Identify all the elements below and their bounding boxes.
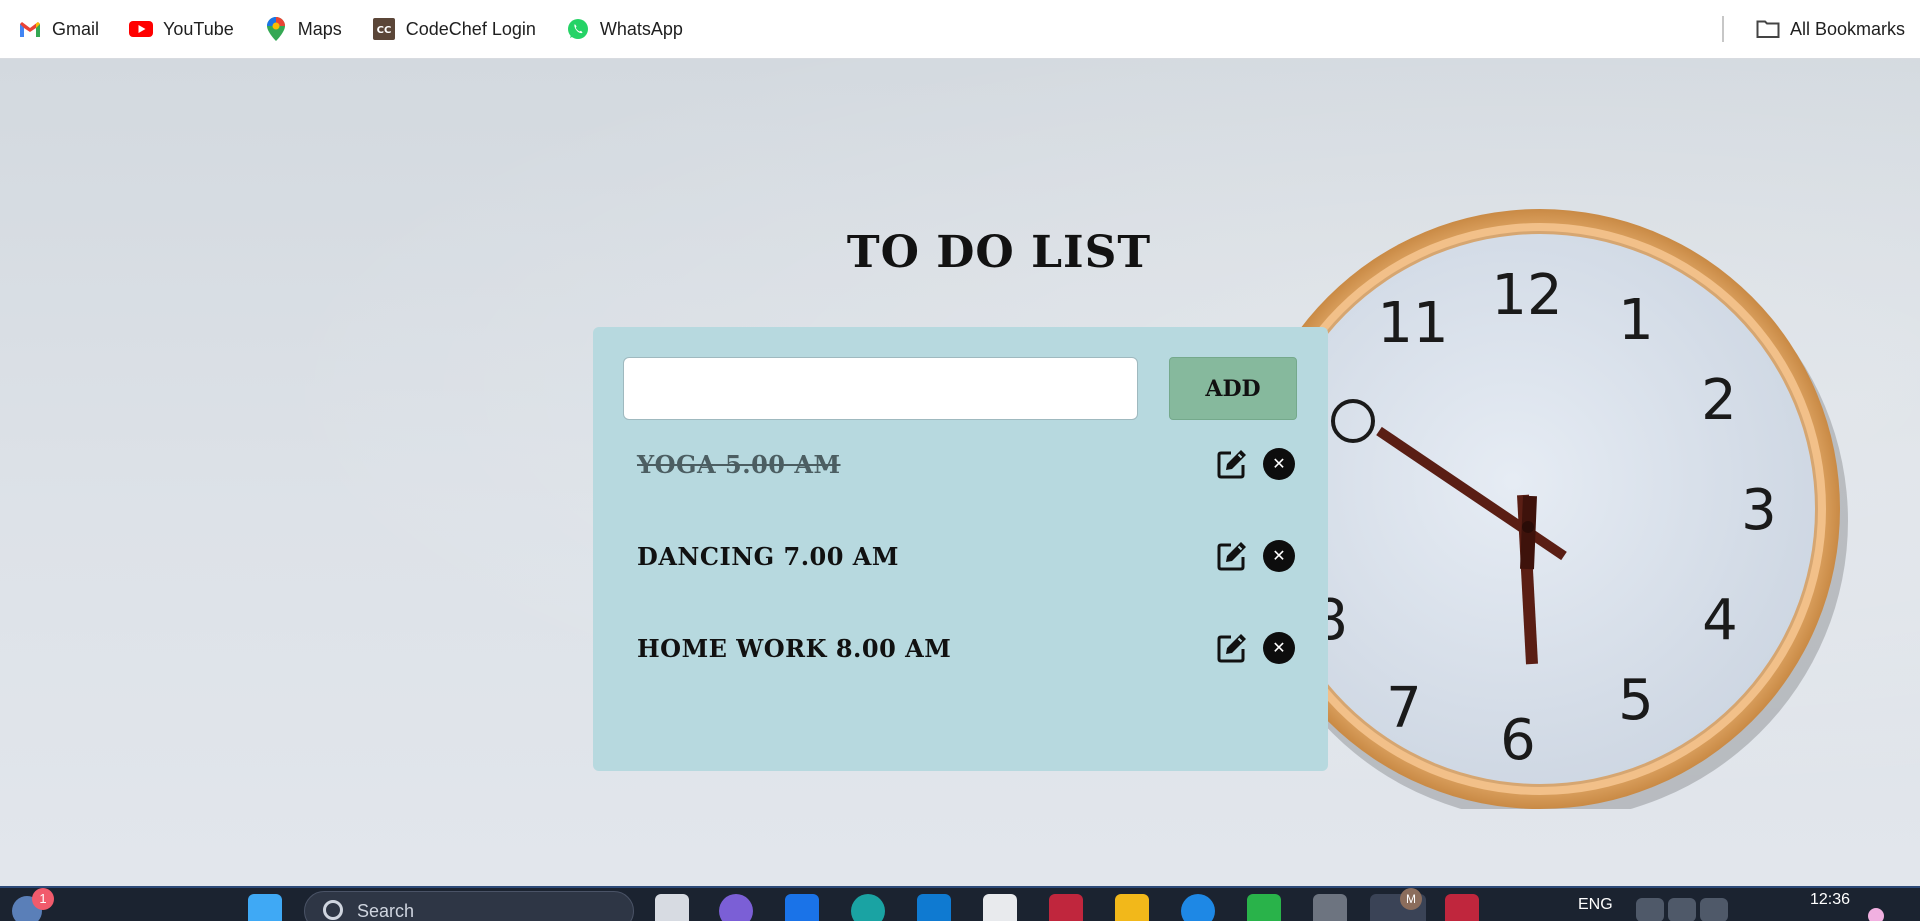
title-text: TO DO LIST <box>846 227 1152 278</box>
svg-text:6: 6 <box>1500 708 1536 773</box>
bookmark-gmail[interactable]: Gmail <box>6 9 111 49</box>
svg-text:3: 3 <box>1741 478 1777 543</box>
task-text[interactable]: DANCING 7.00 AM <box>637 542 1214 571</box>
bookmark-codechef[interactable]: CC CodeChef Login <box>360 9 548 49</box>
clock-time[interactable]: 12:36 <box>1810 891 1850 909</box>
svg-text:2: 2 <box>1701 368 1737 433</box>
store-icon[interactable] <box>983 894 1017 921</box>
svg-text:1: 1 <box>1618 288 1654 353</box>
svg-text:CC: CC <box>376 25 391 36</box>
bookmark-label: CodeChef Login <box>405 18 536 39</box>
mcafee-secondary-icon[interactable] <box>1445 894 1479 921</box>
volume-icon[interactable] <box>1668 898 1696 921</box>
bookmark-whatsapp[interactable]: WhatsApp <box>554 9 695 49</box>
edit-icon[interactable] <box>1214 630 1250 666</box>
todo-card: ADD YOGA 5.00 AM ✕ DANCING 7.00 AM ✕ HOM… <box>593 327 1328 771</box>
task-text[interactable]: HOME WORK 8.00 AM <box>637 634 1214 663</box>
task-view-icon[interactable] <box>655 894 689 921</box>
bookmarks-divider <box>1722 16 1724 42</box>
edit-icon[interactable] <box>1214 446 1250 482</box>
edge-icon[interactable] <box>851 894 885 921</box>
bookmark-youtube[interactable]: YouTube <box>117 9 246 49</box>
task-text[interactable]: YOGA 5.00 AM <box>637 450 1214 479</box>
notification-dot <box>1868 908 1884 921</box>
bookmark-label: Gmail <box>52 18 100 39</box>
bookmark-maps[interactable]: Maps <box>252 9 354 49</box>
maps-icon <box>264 17 288 41</box>
browser-icon[interactable] <box>1181 894 1215 921</box>
page-content: 12 1 2 3 4 5 6 7 8 11 TO DO LIST ADD YOG… <box>0 59 1920 886</box>
terminal-icon[interactable] <box>1313 894 1347 921</box>
add-button[interactable]: ADD <box>1169 357 1297 420</box>
search-placeholder: Search <box>357 901 415 921</box>
teams-icon[interactable] <box>719 894 753 921</box>
bookmarks-bar: Gmail YouTube Maps CC CodeChef Login Wha… <box>0 0 1920 59</box>
taskbar-search[interactable]: Search <box>304 891 634 921</box>
task-input[interactable] <box>623 357 1138 420</box>
delete-icon[interactable]: ✕ <box>1263 540 1295 572</box>
svg-text:11: 11 <box>1377 291 1448 356</box>
copilot-icon[interactable] <box>785 894 819 921</box>
svg-text:5: 5 <box>1618 668 1654 733</box>
bookmark-label: Maps <box>297 18 342 39</box>
bookmark-label: YouTube <box>163 18 234 39</box>
delete-icon[interactable]: ✕ <box>1263 448 1295 480</box>
folder-icon <box>1756 17 1780 41</box>
search-icon <box>323 900 343 920</box>
pycharm-icon[interactable] <box>1247 894 1281 921</box>
weather-badge: 1 <box>32 888 54 910</box>
bookmark-label: WhatsApp <box>599 18 683 39</box>
edit-icon[interactable] <box>1214 538 1250 574</box>
svg-text:7: 7 <box>1386 676 1422 741</box>
task-item: YOGA 5.00 AM ✕ <box>637 439 1297 489</box>
chrome-profile-badge: M <box>1400 888 1422 910</box>
codechef-icon: CC <box>372 17 396 41</box>
file-explorer-icon[interactable] <box>1115 894 1149 921</box>
start-icon[interactable] <box>248 894 282 921</box>
task-item: HOME WORK 8.00 AM ✕ <box>637 623 1297 673</box>
battery-icon[interactable] <box>1700 898 1728 921</box>
all-bookmarks-button[interactable]: All Bookmarks <box>1744 9 1917 49</box>
wifi-icon[interactable] <box>1636 898 1664 921</box>
gmail-icon <box>18 17 42 41</box>
delete-icon[interactable]: ✕ <box>1263 632 1295 664</box>
task-item: DANCING 7.00 AM ✕ <box>637 531 1297 581</box>
language-indicator[interactable]: ENG <box>1578 896 1613 914</box>
youtube-icon <box>129 17 154 41</box>
hp-icon[interactable] <box>917 894 951 921</box>
taskbar: 1 Search M ENG 12:36 <box>0 886 1920 921</box>
all-bookmarks-label: All Bookmarks <box>1790 18 1906 39</box>
page-title: TO DO LIST <box>0 227 1920 278</box>
whatsapp-icon <box>566 17 590 41</box>
mcafee-icon[interactable] <box>1049 894 1083 921</box>
svg-text:4: 4 <box>1702 588 1738 653</box>
